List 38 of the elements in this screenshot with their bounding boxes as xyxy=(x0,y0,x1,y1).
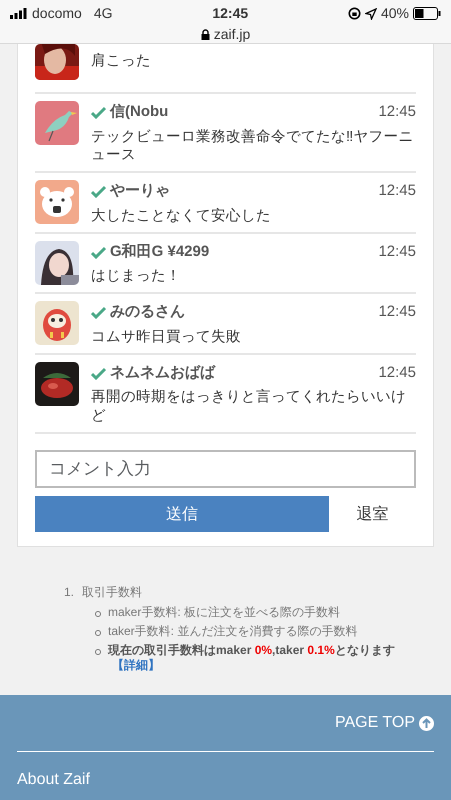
user-name: ネムネムおばば xyxy=(110,362,215,383)
user-name: 信(Nobu xyxy=(110,102,168,122)
note-title: 取引手数料 xyxy=(82,584,142,602)
battery-icon xyxy=(413,7,441,20)
page-top-link[interactable]: PAGE TOP xyxy=(334,711,434,735)
user-name: G和田G ¥4299 xyxy=(110,242,210,262)
message-time: 12:45 xyxy=(378,362,416,383)
list-number: 1. xyxy=(64,584,74,602)
clock-time: 12:45 xyxy=(212,4,248,23)
footer-link[interactable]: About Zaif xyxy=(17,752,434,792)
message-text: 肩こった xyxy=(91,52,151,71)
details-link[interactable]: 【詳細】 xyxy=(112,658,160,672)
user-name: みのるさん xyxy=(110,302,185,322)
message-text: 大したことなくて安心した xyxy=(91,206,272,226)
message-text: はじまった！ xyxy=(91,267,182,286)
carrier-name: docomo xyxy=(32,4,82,23)
comment-input[interactable]: コメント入力 xyxy=(35,450,416,488)
leave-button[interactable]: 退室 xyxy=(329,496,416,534)
rotation-lock-icon xyxy=(348,7,361,20)
message-text: 再開の時期をはっきりと言ってくれたらいいけど xyxy=(91,388,407,426)
note-text: taker手数料: 並んだ注文を消費する際の手数料 xyxy=(108,624,358,638)
message-time: 12:45 xyxy=(378,181,416,202)
message-text: コムサ昨日買って失敗 xyxy=(91,328,242,347)
message-time: 12:45 xyxy=(378,302,416,322)
location-arrow-icon xyxy=(364,8,377,20)
message-time: 12:45 xyxy=(378,242,416,262)
battery-percent: 40% xyxy=(380,4,409,23)
network-type: 4G xyxy=(94,4,112,23)
message-text: テックビューロ業務改善命令でてたな‼ヤフーニュース xyxy=(91,128,414,166)
note-text: maker手数料: 板に注文を並べる際の手数料 xyxy=(108,605,340,620)
lock-icon xyxy=(200,29,210,40)
arrow-up-icon xyxy=(419,716,434,730)
message-time: 12:45 xyxy=(378,102,416,122)
note-text: 現在の取引手数料はmaker 0%,taker 0.1%となります 【詳細】 xyxy=(108,643,395,672)
send-button[interactable]: 送信 xyxy=(35,496,329,532)
signal-icon xyxy=(10,8,28,19)
user-name: やーりゃ xyxy=(110,181,170,202)
page-url: zaif.jp xyxy=(214,25,250,44)
